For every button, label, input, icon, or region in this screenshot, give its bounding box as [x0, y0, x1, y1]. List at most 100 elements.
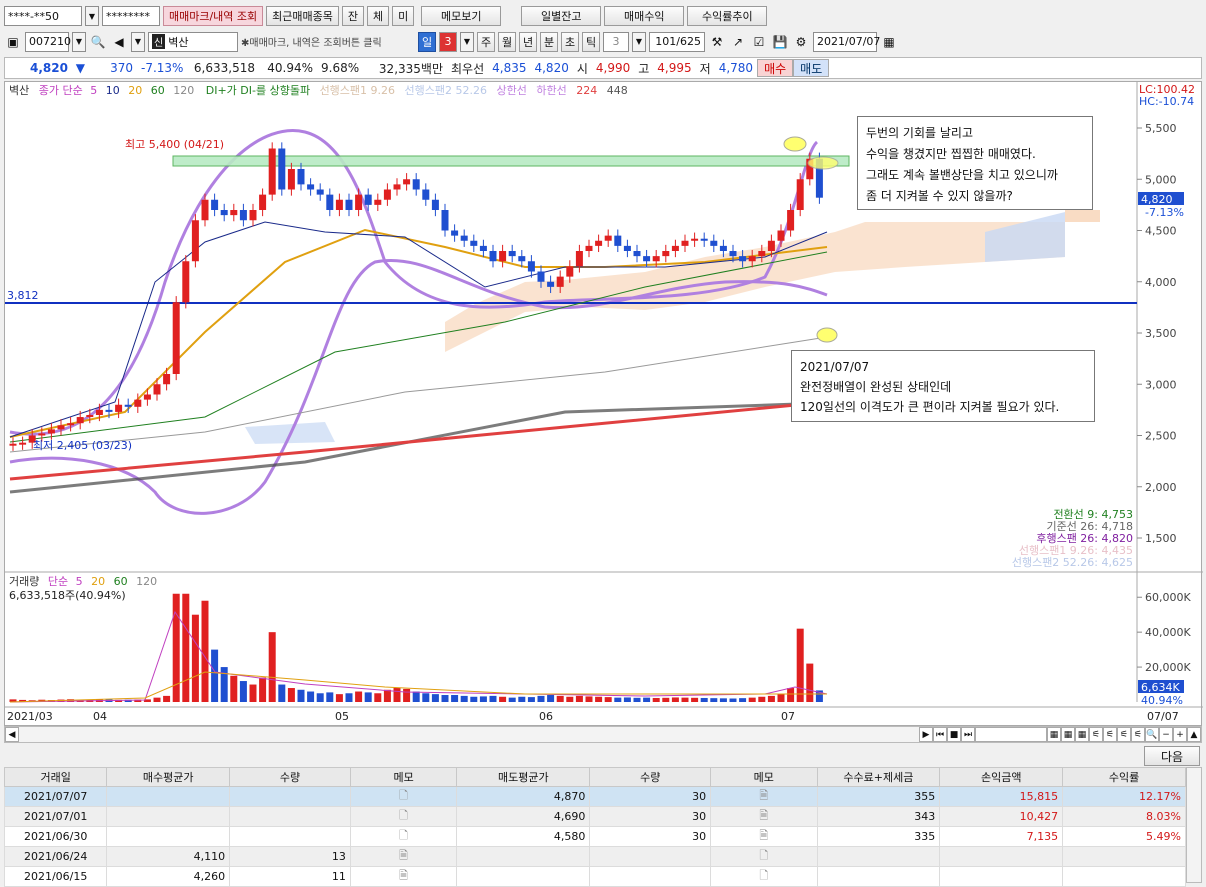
memo-icon[interactable]: 🗎 [759, 789, 768, 802]
table-row[interactable]: 2021/07/07 🗋 4,870 30 🗎 355 15,815 12.17% [3, 786, 1186, 807]
table-row[interactable]: 2021/06/30 🗋 4,580 30 🗎 335 7,135 5.49% [3, 826, 1186, 847]
table-cell [106, 826, 231, 847]
candle-body [508, 251, 516, 257]
tool-icon-4[interactable]: ⚟ [1089, 727, 1103, 742]
sell-button[interactable]: 매도 [793, 59, 830, 77]
period-n-dropdown[interactable]: ▼ [460, 31, 474, 52]
tool-icon-3[interactable]: ▦ [1075, 727, 1089, 742]
volume-bar [211, 649, 219, 702]
table-cell: 343 [816, 806, 941, 827]
period-day-button[interactable]: 일 [418, 31, 436, 52]
period-week-button[interactable]: 주 [477, 31, 495, 52]
candle-body [239, 210, 247, 221]
memo-icon[interactable]: 🗎 [399, 869, 408, 882]
memo-icon[interactable]: 🗋 [399, 809, 408, 822]
account-field[interactable]: ****-**50 [4, 6, 82, 26]
candle-body [412, 179, 420, 190]
next-button[interactable]: 다음 [1144, 746, 1200, 766]
col-header[interactable]: 매수평균가 [106, 767, 231, 787]
search-icon[interactable]: 🔍 [89, 32, 107, 52]
trade-profit-button[interactable]: 매매수익 [604, 6, 685, 26]
period-n-field[interactable]: 3 [439, 31, 457, 52]
memo-note-1[interactable]: 두번의 기회를 날리고 수익을 챙겼지만 찝찝한 매매였다. 그래도 계속 볼밴… [857, 116, 1093, 210]
memo-icon[interactable]: 🗋 [759, 869, 768, 882]
volume-bar [393, 688, 401, 702]
col-header[interactable]: 거래일 [3, 767, 108, 787]
scroll-left-arrow[interactable]: ◀ [5, 727, 19, 742]
chart-tools-icon[interactable]: ⚒ [708, 32, 726, 52]
table-row[interactable]: 2021/07/01 🗋 4,690 30 🗎 343 10,427 8.03% [3, 806, 1186, 827]
period-year-button[interactable]: 년 [519, 31, 537, 52]
change-rate: -7.13% [141, 61, 184, 75]
tool-icon-1[interactable]: ▦ [1047, 727, 1061, 742]
period-second-button[interactable]: 초 [561, 31, 579, 52]
col-header[interactable]: 손익금액 [939, 767, 1064, 787]
period-minute-button[interactable]: 분 [540, 31, 558, 52]
credit-badge: 신 [152, 34, 166, 49]
col-header[interactable]: 수수료+제세금 [816, 767, 941, 787]
minus-icon[interactable]: − [1159, 727, 1173, 742]
balance-button[interactable]: 잔 [341, 6, 365, 26]
memo-icon[interactable]: 🗎 [759, 829, 768, 842]
col-header[interactable]: 수량 [589, 767, 712, 787]
memo-icon[interactable]: 🗋 [399, 829, 408, 842]
table-row[interactable]: 2021/06/24 4,110 13 🗎 🗋 [3, 846, 1186, 867]
memo-icon[interactable]: 🗋 [759, 849, 768, 862]
tick-n-dropdown[interactable]: ▼ [632, 31, 646, 52]
tool-icon-2[interactable]: ▦ [1061, 727, 1075, 742]
scroll-up-icon[interactable]: ▲ [1187, 727, 1201, 742]
stock-chart[interactable]: 3,812 최고 5,400 (04/21) 최저 2,405 (03/23) … [4, 81, 1203, 726]
password-field[interactable]: ******** [102, 6, 160, 26]
chart-line-icon[interactable]: ↗ [729, 32, 747, 52]
support-hline-label: 3,812 [7, 289, 39, 302]
period-month-button[interactable]: 월 [498, 31, 516, 52]
tool-icon-6[interactable]: ⚟ [1117, 727, 1131, 742]
stop-icon[interactable]: ■ [947, 727, 961, 742]
daily-balance-button[interactable]: 일별잔고 [521, 6, 602, 26]
stock-code-input[interactable]: 007210 [25, 31, 71, 52]
memo-note-2[interactable]: 2021/07/07 완전정배열이 완성된 상태인데 120일선의 이격도가 큰… [791, 350, 1095, 422]
chart-scrollbar[interactable]: ◀ ▶ ⏮ ■ ⏭ ▦ ▦ ▦ ⚟ ⚟ ⚟ ⚟ 🔍 − + ▲ [4, 726, 1202, 743]
chart-menu-icon[interactable]: ▣ [4, 32, 22, 52]
memo-view-button[interactable]: 메모보기 [421, 6, 502, 26]
table-cell: 12.17% [1062, 786, 1186, 807]
col-header[interactable]: 메모 [710, 767, 818, 787]
stock-code-dropdown[interactable]: ▼ [72, 31, 86, 52]
memo-icon[interactable]: 🗋 [399, 789, 408, 802]
account-dropdown[interactable]: ▼ [85, 6, 99, 26]
last-icon[interactable]: ⏭ [961, 727, 975, 742]
memo-icon[interactable]: 🗎 [759, 809, 768, 822]
first-icon[interactable]: ⏮ [933, 727, 947, 742]
table-row[interactable]: 2021/06/15 4,260 11 🗎 🗋 [3, 866, 1186, 887]
recent-trade-button[interactable]: 최근매매종목 [266, 6, 339, 26]
date-field[interactable]: 2021/07/07 [813, 31, 880, 52]
scroll-right-arrow[interactable]: ▶ [919, 727, 933, 742]
zoom-slider[interactable] [975, 727, 1047, 742]
trade-mark-query-button[interactable]: 매매마크/내역 조회 [163, 6, 264, 26]
unfilled-button[interactable]: 미 [392, 6, 415, 26]
col-header[interactable]: 매도평균가 [456, 767, 591, 787]
col-header[interactable]: 메모 [349, 767, 458, 787]
speaker-dropdown[interactable]: ▼ [131, 31, 145, 52]
col-header[interactable]: 수익률 [1062, 767, 1186, 787]
table-scrollbar[interactable] [1186, 767, 1202, 883]
buy-button[interactable]: 매수 [757, 59, 794, 77]
period-tick-button[interactable]: 틱 [582, 31, 600, 52]
data-count-field[interactable]: 101/625 [649, 31, 705, 52]
tool-icon-7[interactable]: ⚟ [1131, 727, 1145, 742]
zoom-out-icon[interactable]: 🔍 [1145, 727, 1159, 742]
speaker-icon[interactable]: ◀ [110, 32, 128, 52]
gear-icon[interactable]: ⚙ [792, 32, 810, 52]
col-header[interactable]: 수량 [229, 767, 351, 787]
checkbox-icon[interactable]: ☑ [750, 32, 768, 52]
tick-n-field[interactable]: 3 [603, 31, 629, 52]
save-icon[interactable]: 💾 [771, 32, 789, 52]
filled-button[interactable]: 체 [367, 6, 390, 26]
table-cell: 30 [589, 806, 712, 827]
return-trend-button[interactable]: 수익률추이 [687, 6, 768, 26]
memo-icon[interactable]: 🗎 [399, 849, 408, 862]
tool-icon-5[interactable]: ⚟ [1103, 727, 1117, 742]
plus-icon[interactable]: + [1173, 727, 1187, 742]
vol-legend-name: 거래량 [9, 575, 39, 588]
calendar-icon[interactable]: ▦ [880, 32, 898, 52]
